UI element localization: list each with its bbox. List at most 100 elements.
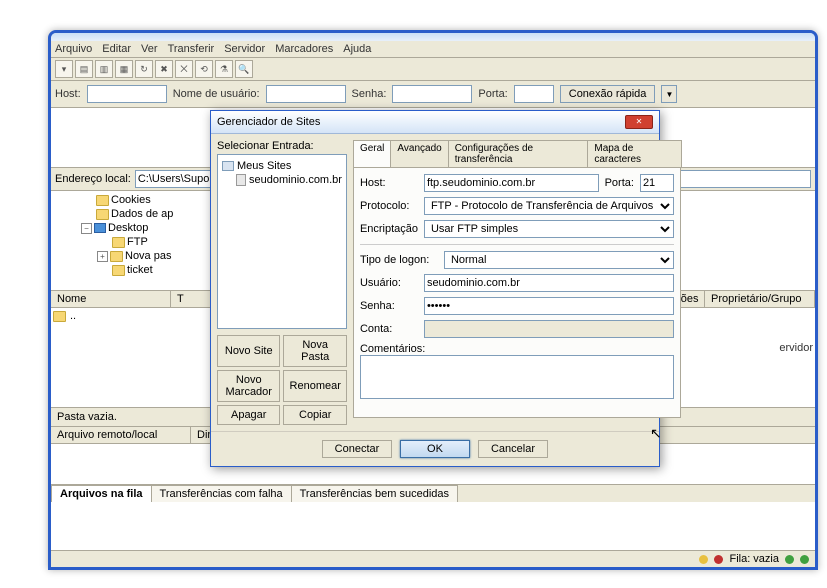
dialog-title: Gerenciador de Sites xyxy=(217,116,320,128)
menu-editar[interactable]: Editar xyxy=(102,43,131,55)
delete-button[interactable]: Apagar xyxy=(217,405,280,425)
select-entry-label: Selecionar Entrada: xyxy=(217,140,347,152)
folder-icon xyxy=(96,209,109,220)
porta-label: Porta: xyxy=(605,177,634,189)
encript-label: Encriptação xyxy=(360,223,418,235)
tree-root[interactable]: Meus Sites xyxy=(237,160,291,172)
led-icon xyxy=(785,555,794,564)
menu-ver[interactable]: Ver xyxy=(141,43,158,55)
qb-host-input[interactable] xyxy=(87,85,167,103)
status-bar: Fila: vazia xyxy=(51,550,815,567)
menu-arquivo[interactable]: Arquivo xyxy=(55,43,92,55)
folder-icon xyxy=(96,195,109,206)
folder-icon xyxy=(112,237,125,248)
toolbar: ▾ ▤ ▥ ▦ ↻ ✖ ⨉ ⟲ ⚗ 🔍 xyxy=(51,58,815,81)
led-icon xyxy=(714,555,723,564)
computer-icon xyxy=(222,161,234,171)
tree-ftp[interactable]: FTP xyxy=(127,236,148,248)
menu-servidor[interactable]: Servidor xyxy=(224,43,265,55)
desktop-icon xyxy=(94,223,106,233)
tab-queue[interactable]: Arquivos na fila xyxy=(51,485,152,502)
col-t[interactable]: T xyxy=(171,291,211,307)
tipo-label: Tipo de logon: xyxy=(360,254,438,266)
tab-mapa[interactable]: Mapa de caracteres xyxy=(587,140,682,167)
new-site-button[interactable]: Novo Site xyxy=(217,335,280,367)
tab-geral-content: Host: Porta: Protocolo: FTP - Protocolo … xyxy=(353,168,681,418)
col-nome[interactable]: Nome xyxy=(51,291,171,307)
dialog-titlebar[interactable]: Gerenciador de Sites ✕ xyxy=(211,111,659,134)
tree-ticket[interactable]: ticket xyxy=(127,264,153,276)
tab-success[interactable]: Transferências bem sucedidas xyxy=(291,485,458,502)
site-manager-dialog: Gerenciador de Sites ✕ Selecionar Entrad… xyxy=(210,110,660,467)
quickconnect-dropdown[interactable]: ▼ xyxy=(661,85,677,103)
dialog-tabs: Geral Avançado Configurações de transfer… xyxy=(353,140,681,168)
tree-cookies[interactable]: Cookies xyxy=(111,194,151,206)
tb-tree-icon[interactable]: ▥ xyxy=(95,60,113,78)
tree-desktop[interactable]: Desktop xyxy=(108,222,148,234)
tipo-select[interactable]: Normal xyxy=(444,251,674,269)
tb-log-icon[interactable]: ▤ xyxy=(75,60,93,78)
menu-ajuda[interactable]: Ajuda xyxy=(343,43,371,55)
sites-tree[interactable]: Meus Sites seudominio.com.br xyxy=(217,154,347,329)
new-bookmark-button[interactable]: Novo Marcador xyxy=(217,370,280,402)
tb-stop-icon[interactable]: ✖ xyxy=(155,60,173,78)
tb-search-icon[interactable]: 🔍 xyxy=(235,60,253,78)
tree-entry[interactable]: seudominio.com.br xyxy=(249,174,342,186)
menu-bar: Arquivo Editar Ver Transferir Servidor M… xyxy=(51,41,815,58)
tb-queue-icon[interactable]: ▦ xyxy=(115,60,133,78)
tree-dados[interactable]: Dados de ap xyxy=(111,208,173,220)
senha-input[interactable] xyxy=(424,297,674,315)
qb-host-label: Host: xyxy=(55,88,81,100)
porta-input[interactable] xyxy=(640,174,674,192)
tb-reconnect-icon[interactable]: ⟲ xyxy=(195,60,213,78)
ok-button[interactable]: OK xyxy=(400,440,470,458)
close-icon[interactable]: ✕ xyxy=(625,115,653,129)
qb-pass-label: Senha: xyxy=(352,88,387,100)
queue-tabs: Arquivos na fila Transferências com falh… xyxy=(51,484,815,502)
copy-button[interactable]: Copiar xyxy=(283,405,346,425)
quickconnect-button[interactable]: Conexão rápida xyxy=(560,85,656,103)
server-icon xyxy=(236,174,246,186)
protocolo-select[interactable]: FTP - Protocolo de Transferência de Arqu… xyxy=(424,197,674,215)
comentarios-label: Comentários: xyxy=(360,343,674,355)
collapse-icon[interactable]: − xyxy=(81,223,92,234)
rename-button[interactable]: Renomear xyxy=(283,370,346,402)
conectar-button[interactable]: Conectar xyxy=(322,440,392,458)
host-input[interactable] xyxy=(424,174,599,192)
col-remote[interactable]: Arquivo remoto/local xyxy=(51,427,191,443)
quickconnect-bar: Host: Nome de usuário: Senha: Porta: Con… xyxy=(51,81,815,108)
menu-transferir[interactable]: Transferir xyxy=(168,43,215,55)
protocolo-label: Protocolo: xyxy=(360,200,418,212)
usuario-label: Usuário: xyxy=(360,277,418,289)
tab-failed[interactable]: Transferências com falha xyxy=(151,485,292,502)
tree-nova[interactable]: Nova pas xyxy=(125,250,171,262)
tab-geral[interactable]: Geral xyxy=(353,140,391,167)
cancelar-button[interactable]: Cancelar xyxy=(478,440,548,458)
qb-port-label: Porta: xyxy=(478,88,507,100)
local-address-label: Endereço local: xyxy=(55,173,131,185)
encript-select[interactable]: Usar FTP simples xyxy=(424,220,674,238)
usuario-input[interactable] xyxy=(424,274,674,292)
folder-up-icon xyxy=(53,311,66,322)
qb-user-input[interactable] xyxy=(266,85,346,103)
conta-input xyxy=(424,320,674,338)
expand-icon[interactable]: + xyxy=(97,251,108,262)
tab-config[interactable]: Configurações de transferência xyxy=(448,140,589,167)
dialog-actions: Conectar OK Cancelar xyxy=(211,431,659,466)
tb-filter-icon[interactable]: ⚗ xyxy=(215,60,233,78)
new-folder-button[interactable]: Nova Pasta xyxy=(283,335,346,367)
comentarios-textarea[interactable] xyxy=(360,355,674,399)
led-icon xyxy=(699,555,708,564)
menu-marcadores[interactable]: Marcadores xyxy=(275,43,333,55)
col-owner[interactable]: Proprietário/Grupo xyxy=(705,291,815,307)
host-label: Host: xyxy=(360,177,418,189)
tb-disconnect-icon[interactable]: ⨉ xyxy=(175,60,193,78)
senha-label: Senha: xyxy=(360,300,418,312)
tb-sitemanager-icon[interactable]: ▾ xyxy=(55,60,73,78)
tb-refresh-icon[interactable]: ↻ xyxy=(135,60,153,78)
qb-port-input[interactable] xyxy=(514,85,554,103)
tab-avancado[interactable]: Avançado xyxy=(390,140,448,167)
folder-icon xyxy=(112,265,125,276)
qb-pass-input[interactable] xyxy=(392,85,472,103)
parent-dir[interactable]: .. xyxy=(70,310,76,322)
